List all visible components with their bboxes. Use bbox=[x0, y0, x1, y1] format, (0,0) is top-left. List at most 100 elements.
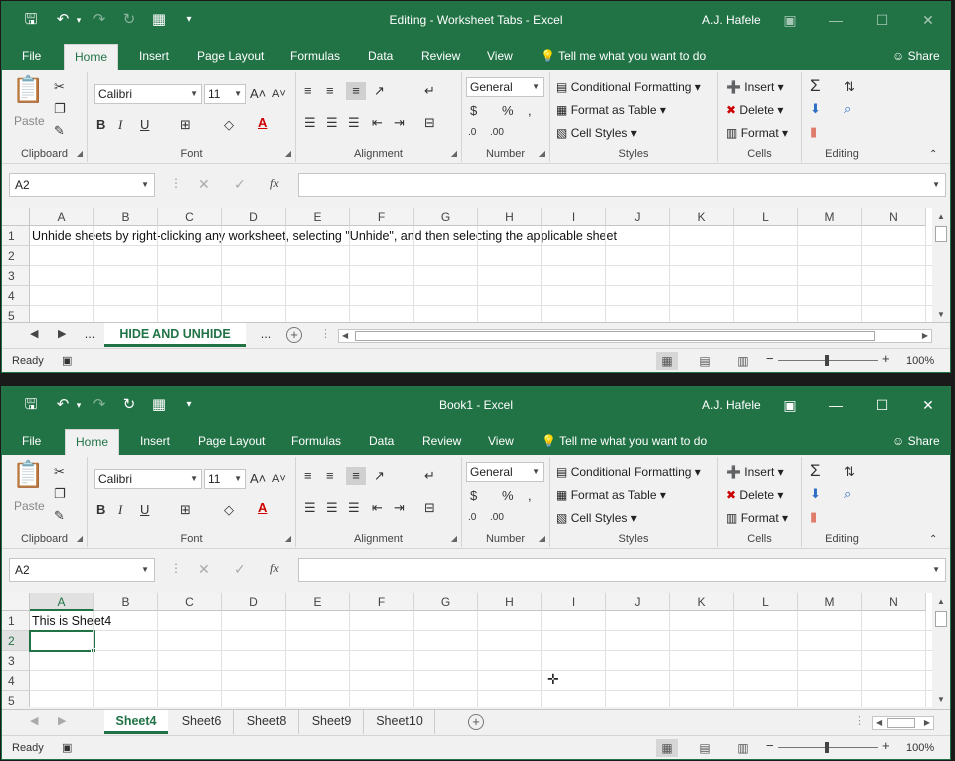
font-size-combo[interactable]: 11 ▼ bbox=[204, 469, 246, 489]
scroll-left-icon[interactable]: ◀ bbox=[342, 330, 348, 342]
row-header[interactable]: 4 bbox=[2, 286, 30, 306]
row-header[interactable]: 4 bbox=[2, 671, 30, 691]
formula-input[interactable]: ▼ bbox=[298, 173, 946, 197]
zoom-level[interactable]: 100% bbox=[906, 354, 934, 368]
italic-icon[interactable]: I bbox=[118, 501, 122, 519]
grow-font-icon[interactable]: A˄ bbox=[250, 470, 266, 488]
zoom-slider-knob[interactable] bbox=[825, 355, 829, 366]
format-cells-button[interactable]: ▥ Format ▾ bbox=[726, 509, 788, 527]
macro-record-icon[interactable]: ▣ bbox=[62, 354, 72, 368]
macro-record-icon[interactable]: ▣ bbox=[62, 741, 72, 755]
decrease-decimal-icon[interactable]: .00 bbox=[490, 124, 504, 142]
scroll-thumb[interactable] bbox=[935, 611, 947, 627]
column-header[interactable]: H bbox=[478, 208, 542, 226]
column-header[interactable]: C bbox=[158, 208, 222, 226]
splitter-icon[interactable]: ⋮ bbox=[320, 327, 331, 340]
delete-cells-button[interactable]: ✖ Delete ▾ bbox=[726, 486, 783, 504]
enter-icon[interactable]: ✓ bbox=[234, 176, 246, 193]
comma-style-icon[interactable]: , bbox=[528, 487, 532, 505]
row-header[interactable]: 5 bbox=[2, 691, 30, 707]
column-header[interactable]: I bbox=[542, 593, 606, 611]
vertical-scrollbar[interactable]: ▲ ▼ bbox=[932, 208, 950, 322]
tab-home[interactable]: Home bbox=[64, 44, 119, 70]
conditional-formatting-button[interactable]: ▤ Conditional Formatting ▾ bbox=[556, 463, 701, 481]
merge-center-icon[interactable]: ⊟ bbox=[424, 499, 435, 517]
close-icon[interactable]: ✕ bbox=[908, 392, 948, 418]
scroll-right-icon[interactable]: ▶ bbox=[922, 330, 928, 342]
column-header[interactable]: A bbox=[30, 208, 94, 226]
bold-icon[interactable]: B bbox=[96, 501, 105, 519]
scroll-right-icon[interactable]: ▶ bbox=[924, 717, 930, 729]
fill-icon[interactable]: ⬇ bbox=[810, 485, 821, 503]
tab-insert[interactable]: Insert bbox=[129, 44, 179, 70]
column-header[interactable]: G bbox=[414, 593, 478, 611]
increase-decimal-icon[interactable]: .0 bbox=[468, 124, 476, 142]
find-select-icon[interactable]: ⌕ bbox=[844, 100, 851, 118]
borders-icon[interactable]: ⊞ bbox=[180, 501, 191, 519]
middle-align-icon[interactable]: ≡ bbox=[326, 82, 334, 100]
dialog-launcher-icon[interactable]: ◢ bbox=[539, 149, 545, 158]
tab-page-layout[interactable]: Page Layout bbox=[188, 429, 275, 455]
page-break-view-icon[interactable]: ▥ bbox=[732, 739, 754, 757]
page-break-view-icon[interactable]: ▥ bbox=[732, 352, 754, 370]
font-name-combo[interactable]: Calibri ▼ bbox=[94, 84, 202, 104]
user-name[interactable]: A.J. Hafele bbox=[702, 398, 761, 412]
copy-icon[interactable]: ❐ bbox=[54, 485, 66, 503]
maximize-icon[interactable]: ☐ bbox=[862, 7, 902, 33]
comma-style-icon[interactable]: , bbox=[528, 102, 532, 120]
column-header[interactable]: B bbox=[94, 208, 158, 226]
column-header[interactable]: J bbox=[606, 208, 670, 226]
zoom-out-icon[interactable]: − bbox=[766, 352, 774, 366]
dialog-launcher-icon[interactable]: ◢ bbox=[285, 534, 291, 543]
page-layout-view-icon[interactable]: ▤ bbox=[694, 352, 716, 370]
row-header-selected[interactable]: 2 bbox=[2, 631, 30, 651]
row-header[interactable]: 1 bbox=[2, 611, 30, 631]
merge-center-icon[interactable]: ⊟ bbox=[424, 114, 435, 132]
top-align-icon[interactable]: ≡ bbox=[304, 82, 312, 100]
prev-sheet-icon[interactable]: ◀ bbox=[30, 327, 38, 340]
new-sheet-icon[interactable]: + bbox=[468, 714, 484, 730]
column-header[interactable]: M bbox=[798, 593, 862, 611]
bold-icon[interactable]: B bbox=[96, 116, 105, 134]
ribbon-display-icon[interactable]: ▣ bbox=[770, 392, 810, 418]
tab-review[interactable]: Review bbox=[412, 429, 471, 455]
column-header[interactable]: J bbox=[606, 593, 670, 611]
underline-icon[interactable]: U bbox=[140, 116, 149, 134]
sheet-tab-sheet4[interactable]: Sheet4 bbox=[104, 710, 168, 734]
column-header[interactable]: A bbox=[30, 593, 94, 611]
wrap-text-icon[interactable]: ↵ bbox=[424, 467, 435, 485]
align-left-icon[interactable]: ☰ bbox=[304, 114, 316, 132]
align-right-icon[interactable]: ☰ bbox=[348, 114, 360, 132]
currency-icon[interactable]: $ bbox=[470, 487, 477, 505]
bottom-align-icon[interactable]: ≡ bbox=[346, 467, 366, 485]
close-icon[interactable]: ✕ bbox=[908, 7, 948, 33]
page-layout-view-icon[interactable]: ▤ bbox=[694, 739, 716, 757]
sheet-tab-hide-and-unhide[interactable]: HIDE AND UNHIDE bbox=[104, 323, 246, 347]
format-cells-button[interactable]: ▥ Format ▾ bbox=[726, 124, 788, 142]
tab-formulas[interactable]: Formulas bbox=[280, 44, 350, 70]
sheet-tab-sheet6[interactable]: Sheet6 bbox=[170, 710, 234, 734]
cell-styles-button[interactable]: ▧ Cell Styles ▾ bbox=[556, 124, 637, 142]
tab-data[interactable]: Data bbox=[359, 429, 404, 455]
decrease-indent-icon[interactable]: ⇤ bbox=[372, 499, 383, 517]
select-all-corner[interactable] bbox=[2, 208, 30, 226]
dialog-launcher-icon[interactable]: ◢ bbox=[451, 534, 457, 543]
dialog-launcher-icon[interactable]: ◢ bbox=[451, 149, 457, 158]
scroll-thumb[interactable] bbox=[935, 226, 947, 242]
currency-icon[interactable]: $ bbox=[470, 102, 477, 120]
fill-color-icon[interactable]: ◇ bbox=[224, 501, 234, 519]
sheet-tab-sheet9[interactable]: Sheet9 bbox=[300, 710, 364, 734]
name-box[interactable]: A2 ▼ bbox=[9, 173, 155, 197]
dialog-launcher-icon[interactable]: ◢ bbox=[77, 149, 83, 158]
align-center-icon[interactable]: ☰ bbox=[326, 499, 338, 517]
row-header[interactable]: 2 bbox=[2, 246, 30, 266]
zoom-in-icon[interactable]: + bbox=[882, 352, 890, 366]
minimize-icon[interactable]: — bbox=[816, 7, 856, 33]
user-name[interactable]: A.J. Hafele bbox=[702, 13, 761, 27]
grow-font-icon[interactable]: A˄ bbox=[250, 85, 266, 103]
splitter-icon[interactable]: ⋮ bbox=[854, 714, 865, 727]
next-sheet-icon[interactable]: ▶ bbox=[58, 714, 66, 727]
tab-file[interactable]: File bbox=[12, 44, 51, 70]
shrink-font-icon[interactable]: A˅ bbox=[272, 470, 286, 488]
increase-indent-icon[interactable]: ⇥ bbox=[394, 499, 405, 517]
